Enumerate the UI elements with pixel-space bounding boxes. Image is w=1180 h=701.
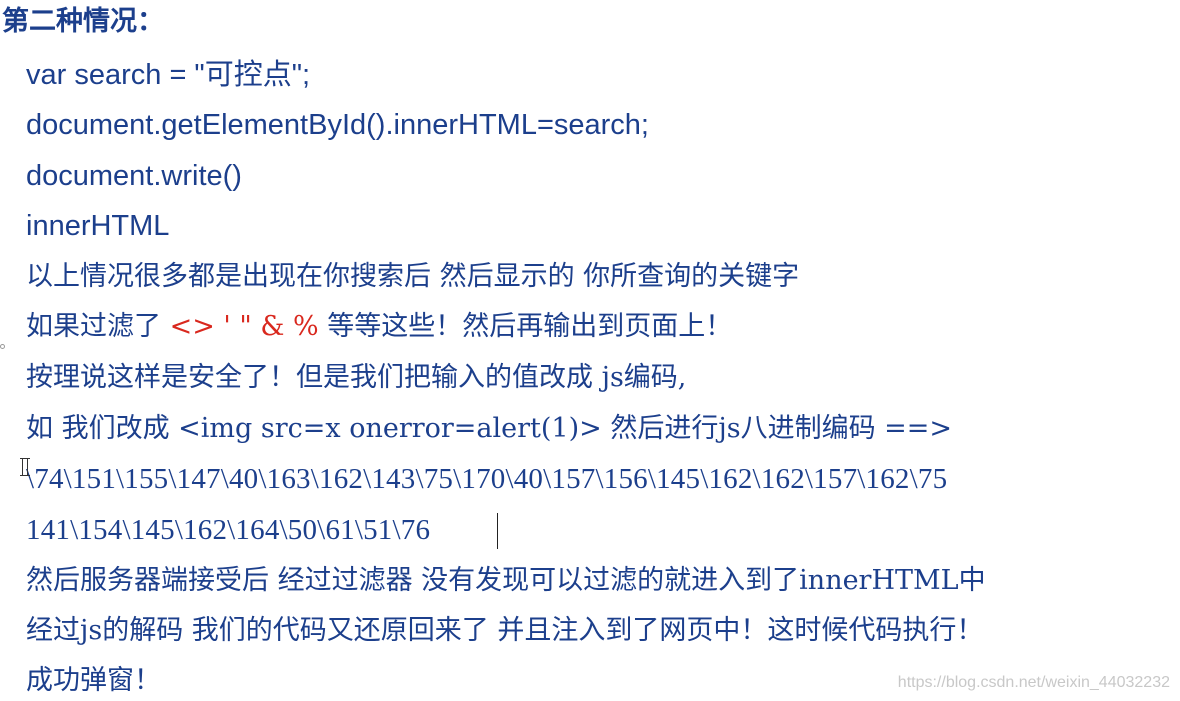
- text-caret: [497, 513, 498, 549]
- text-result: 成功弹窗！: [26, 665, 161, 696]
- text-decode: 经过js的解码 我们的代码又还原回来了 并且注入到了网页中！这时候代码执行！: [26, 615, 984, 646]
- text-server: 然后服务器端接受后 经过过滤器 没有发现可以过滤的就进入到了innerHTML中: [26, 565, 986, 596]
- text-safe: 按理说这样是安全了！但是我们把输入的值改成 js编码,: [26, 362, 687, 393]
- code-line-innerhtml: innerHTML: [26, 210, 170, 242]
- text-filter-prefix: 如果过滤了: [26, 311, 170, 342]
- text-observation: 以上情况很多都是出现在你搜索后 然后显示的 你所查询的关键字: [26, 261, 800, 292]
- text-filter-suffix: 等等这些！然后再输出到页面上！: [318, 311, 733, 342]
- filtered-chars: <> ' " & %: [169, 311, 319, 342]
- text-filter: 如果过滤了 <> ' " & % 等等这些！然后再输出到页面上！: [26, 307, 732, 347]
- watermark: https://blog.csdn.net/weixin_44032232: [897, 674, 1170, 691]
- encoded-payload-line-2: 141\154\145\162\164\50\61\51\76: [26, 514, 431, 546]
- encoded-payload-line-1: \74\151\155\147\40\163\162\143\75\170\40…: [26, 463, 948, 495]
- text-example: 如 我们改成 <img src=x onerror=alert(1)> 然后进行…: [26, 413, 953, 444]
- text-cursor-icon: [20, 458, 30, 476]
- section-heading: 第二种情况：: [2, 6, 164, 37]
- code-line-get-element: document.getElementById().innerHTML=sear…: [26, 109, 649, 141]
- margin-dot-icon: [0, 344, 5, 349]
- code-line-document-write: document.write(): [26, 160, 242, 192]
- document-page: 第二种情况： var search = "可控点"; document.getE…: [0, 0, 1180, 700]
- code-line-var-search: var search = "可控点";: [26, 59, 311, 91]
